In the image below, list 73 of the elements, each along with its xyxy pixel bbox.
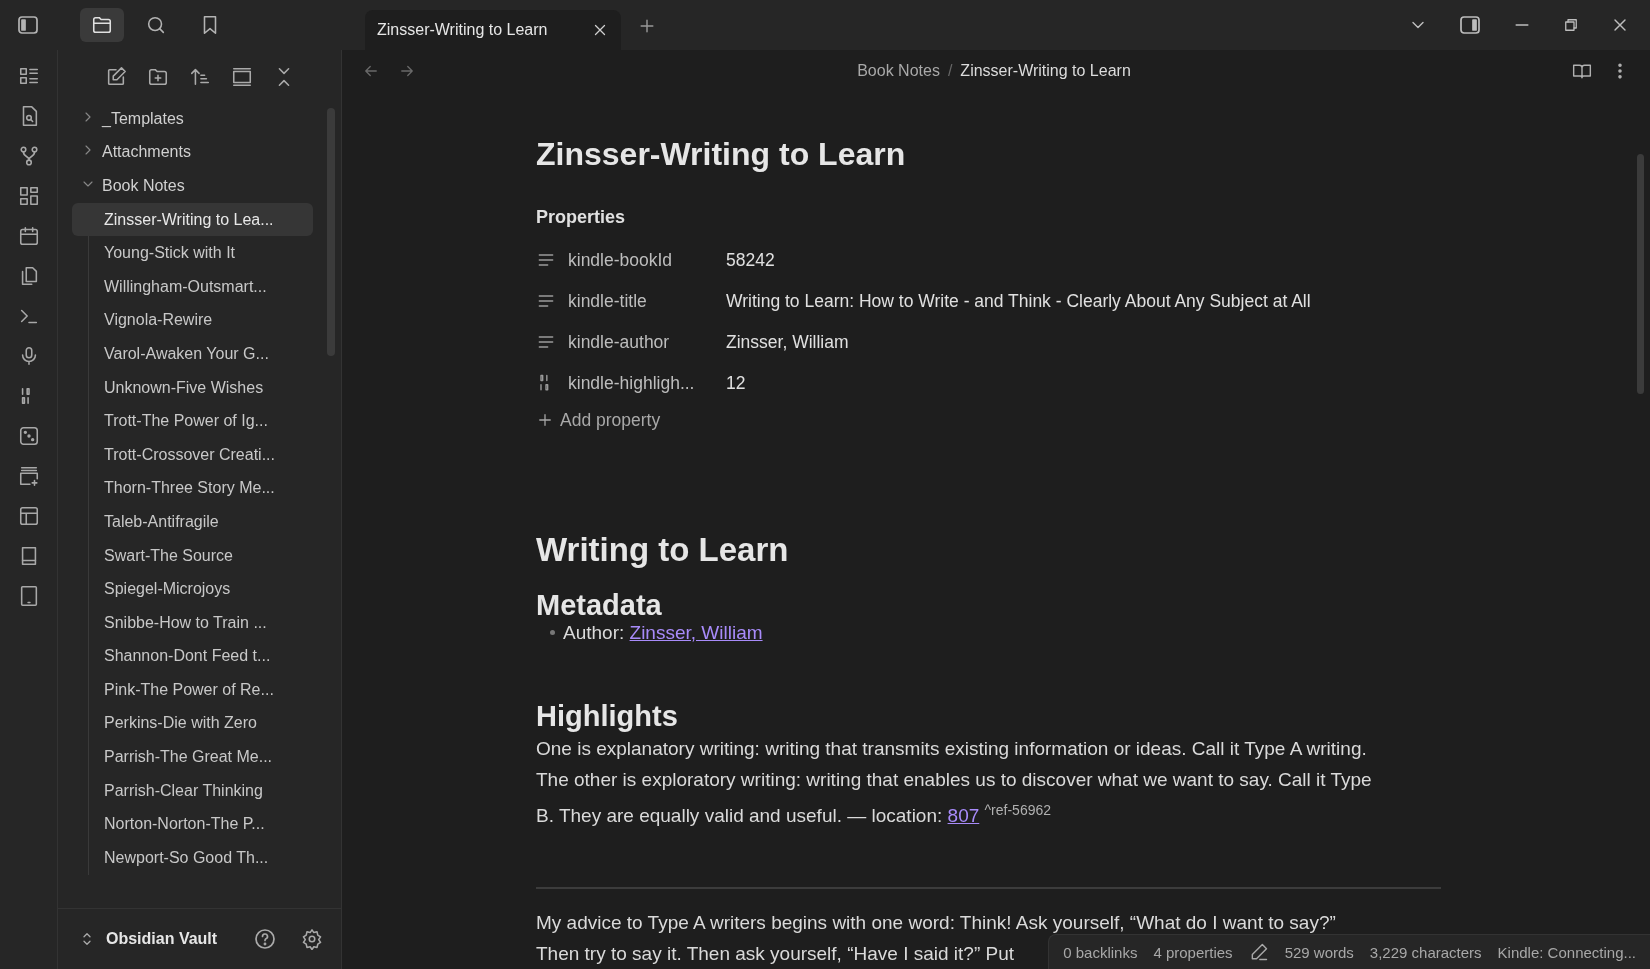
paragraph-line: Then try to say it. Then ask yourself, “Have I said it?” Put xyxy=(536,942,1014,966)
sidebar-toggle-icon[interactable] xyxy=(16,13,40,37)
file-item[interactable]: Unknown-Five Wishes xyxy=(72,370,313,405)
file-item[interactable]: Norton-Norton-The P... xyxy=(72,807,313,842)
add-property-button[interactable]: Add property xyxy=(536,409,1441,431)
breadcrumb-item[interactable]: Book Notes xyxy=(857,61,940,80)
list-icon[interactable] xyxy=(17,65,40,87)
note-tab[interactable]: Zinsser-Writing to Learn xyxy=(365,10,621,50)
folder-icon xyxy=(91,14,113,36)
heading: Writing to Learn xyxy=(536,530,790,569)
dice-icon[interactable] xyxy=(17,425,40,447)
file-item[interactable]: Trott-Crossover Creati... xyxy=(72,437,313,472)
file-item[interactable]: Perkins-Die with Zero xyxy=(72,706,313,741)
file-item[interactable]: Trott-The Power of Ig... xyxy=(72,404,313,438)
file-item[interactable]: Willingham-Outsmart... xyxy=(72,269,313,304)
breadcrumb-item[interactable]: Zinsser-Writing to Learn xyxy=(960,61,1131,80)
author-link[interactable]: Zinsser, William xyxy=(629,621,763,643)
graph-icon[interactable] xyxy=(17,145,40,167)
right-panel-icon[interactable] xyxy=(1458,13,1482,37)
help-icon[interactable] xyxy=(253,927,277,951)
file-item[interactable]: Parrish-The Great Me... xyxy=(72,740,313,774)
property-key[interactable]: kindle-bookId xyxy=(568,249,726,271)
file-item[interactable]: Taleb-Antifragile xyxy=(72,505,313,539)
calendar-icon[interactable] xyxy=(17,225,40,247)
file-item[interactable]: Shannon-Dont Feed t... xyxy=(72,639,313,674)
file-item[interactable]: Young-Stick with It xyxy=(72,236,313,270)
plugin-status[interactable]: Kindle: Connecting... xyxy=(1497,943,1636,961)
file-item[interactable]: Vignola-Rewire xyxy=(72,303,313,338)
author-text: Author: Zinsser, William xyxy=(563,621,763,644)
location-link[interactable]: 807 xyxy=(947,805,980,826)
file-item[interactable]: Thorn-Three Story Me... xyxy=(72,471,313,506)
layout-icon[interactable] xyxy=(17,505,40,527)
file-item[interactable]: Pink-The Power of Re... xyxy=(72,673,313,707)
breadcrumb-separator: / xyxy=(947,61,953,80)
property-key[interactable]: kindle-title xyxy=(568,290,726,312)
folder-name[interactable]: Book Notes xyxy=(102,177,185,195)
vault-name[interactable]: Obsidian Vault xyxy=(106,930,243,948)
word-count: 529 words xyxy=(1284,943,1354,961)
scrollbar[interactable] xyxy=(1637,154,1644,394)
grid-icon[interactable] xyxy=(17,185,40,207)
property-value[interactable]: Writing to Learn: How to Write - and Think - Clearly About Any Subject at All xyxy=(726,290,1311,312)
backlinks-count[interactable]: 0 backlinks xyxy=(1063,943,1138,961)
property-value[interactable]: 12 xyxy=(726,372,746,394)
search-icon xyxy=(145,14,167,36)
file-item[interactable]: Newport-So Good Th... xyxy=(72,841,313,875)
properties-count[interactable]: 4 properties xyxy=(1153,943,1233,961)
file-item[interactable]: Swart-The Source xyxy=(72,538,313,573)
file-item[interactable]: Varol-Awaken Your G... xyxy=(72,337,313,371)
file-item[interactable]: Parrish-Clear Thinking xyxy=(72,773,313,808)
highlight-paragraph: One is explanatory writing: writing that transmits existing information or ideas. Call it Type A writing. The other is exploratory writing: writing that enables us to discover what we want to say. Call it Type B. They are equally valid and useful. — location: 807 $^{^ref-56962}$ xyxy=(536,736,1373,828)
file-item[interactable]: Snibbe-How to Train ... xyxy=(72,605,313,640)
heading: Metadata xyxy=(536,588,663,622)
bullet-dot xyxy=(550,630,555,636)
property-value[interactable]: 58242 xyxy=(726,249,775,271)
heading: Highlights xyxy=(536,699,679,733)
file-item[interactable]: Zinsser-Writing to Lea... xyxy=(72,202,313,237)
sort-icon[interactable] xyxy=(188,66,211,88)
restore-icon[interactable] xyxy=(1562,16,1580,34)
property-value[interactable]: Zinsser, William xyxy=(726,331,849,353)
card-add-icon[interactable] xyxy=(17,465,40,487)
paragraph-line: My advice to Type A writers begins with one word: Think! Ask yourself, “What do I want to say?” xyxy=(536,911,1336,935)
character-count: 3,229 characters xyxy=(1369,943,1482,961)
property-key[interactable]: kindle-highligh... xyxy=(568,372,726,394)
settings-icon[interactable] xyxy=(301,928,323,950)
file-item[interactable]: Spiegel-Microjoys xyxy=(72,572,313,606)
new-folder-icon[interactable] xyxy=(146,66,169,88)
folder-name[interactable]: Attachments xyxy=(102,143,191,162)
sidebar-tab[interactable] xyxy=(80,8,124,42)
note-title: Zinsser-Writing to Learn xyxy=(536,135,907,173)
properties-heading: Properties xyxy=(536,206,627,228)
property-key[interactable]: kindle-author xyxy=(568,331,726,353)
folder-name[interactable]: _Templates xyxy=(102,109,184,128)
collapse-view-icon[interactable] xyxy=(230,66,253,88)
